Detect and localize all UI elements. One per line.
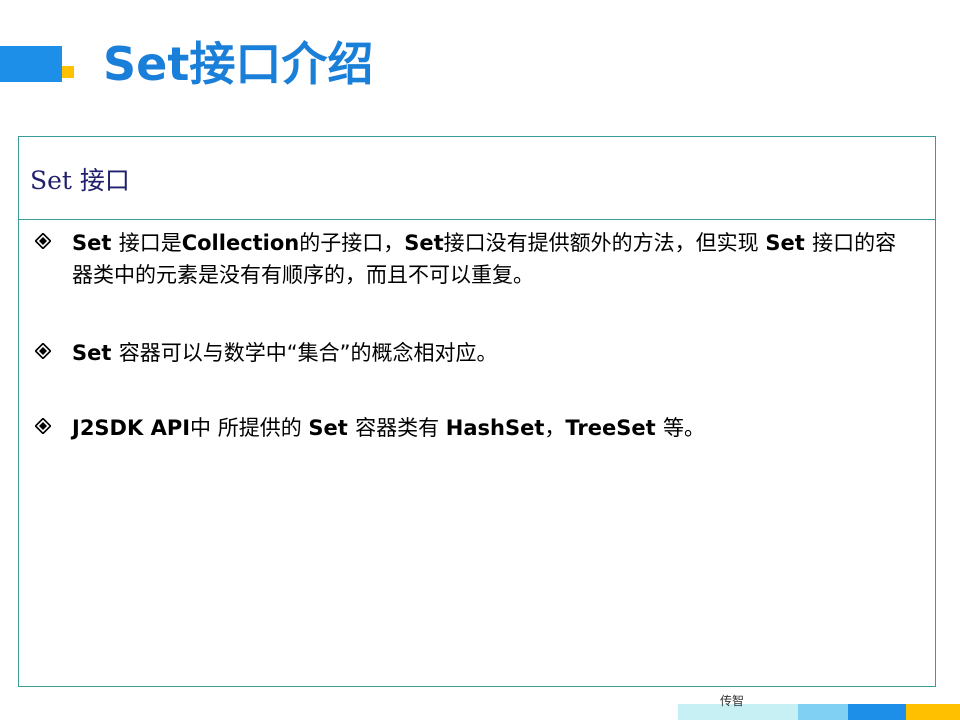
footer-text: 传智	[720, 694, 745, 708]
title-accent-bar	[0, 46, 62, 82]
bullet-text-segment: Set	[308, 416, 356, 440]
footer-strip-yellow	[906, 704, 960, 720]
content-box: Set 接口 Set 接口是Collection的子接口，Set接口没有提供额外…	[18, 136, 936, 687]
footer-strip-sky	[798, 704, 848, 720]
diamond-bullet-icon	[35, 343, 51, 359]
bullet-text-segment: 容器类有	[355, 416, 446, 440]
bullet-text-segment: HashSet	[445, 416, 545, 440]
bullet-text-segment: ，	[544, 416, 566, 440]
bullet-text-segment: 接口没有提供额外的方法，但实现	[443, 231, 766, 255]
bullet-text: Set 接口是Collection的子接口，Set接口没有提供额外的方法，但实现…	[72, 227, 917, 291]
slide-title: Set接口介绍	[103, 37, 374, 91]
diamond-bullet-icon	[35, 233, 51, 249]
bullet-text-segment: 中 所提供的	[190, 416, 309, 440]
bullet-text-segment: Collection	[181, 231, 300, 255]
bullet-text-segment: TreeSet	[565, 416, 663, 440]
content-box-header: Set 接口	[19, 137, 935, 220]
bullet-text-segment: Set	[72, 341, 119, 365]
bullet-text-segment: 接口是	[118, 231, 182, 255]
title-accent-square	[62, 66, 74, 78]
bullet-text-segment: Set	[765, 231, 813, 255]
bullet-text-segment: 容器可以与数学中“集合”的概念相对应。	[118, 341, 498, 365]
bullet-text-segment: Set	[72, 231, 119, 255]
bullet-text: J2SDK API中 所提供的 Set 容器类有 HashSet，TreeSet…	[72, 412, 917, 444]
bullet-text-segment: Set	[404, 231, 444, 255]
bullet-text: Set 容器可以与数学中“集合”的概念相对应。	[72, 337, 917, 369]
bullet-text-segment: J2SDK API	[72, 416, 191, 440]
content-box-header-text: Set 接口	[30, 166, 130, 195]
bullet-text-segment: 的子接口，	[299, 231, 405, 255]
footer-strip-blue	[848, 704, 906, 720]
bullet-text-segment: 等。	[662, 416, 705, 440]
diamond-bullet-icon	[35, 418, 51, 434]
